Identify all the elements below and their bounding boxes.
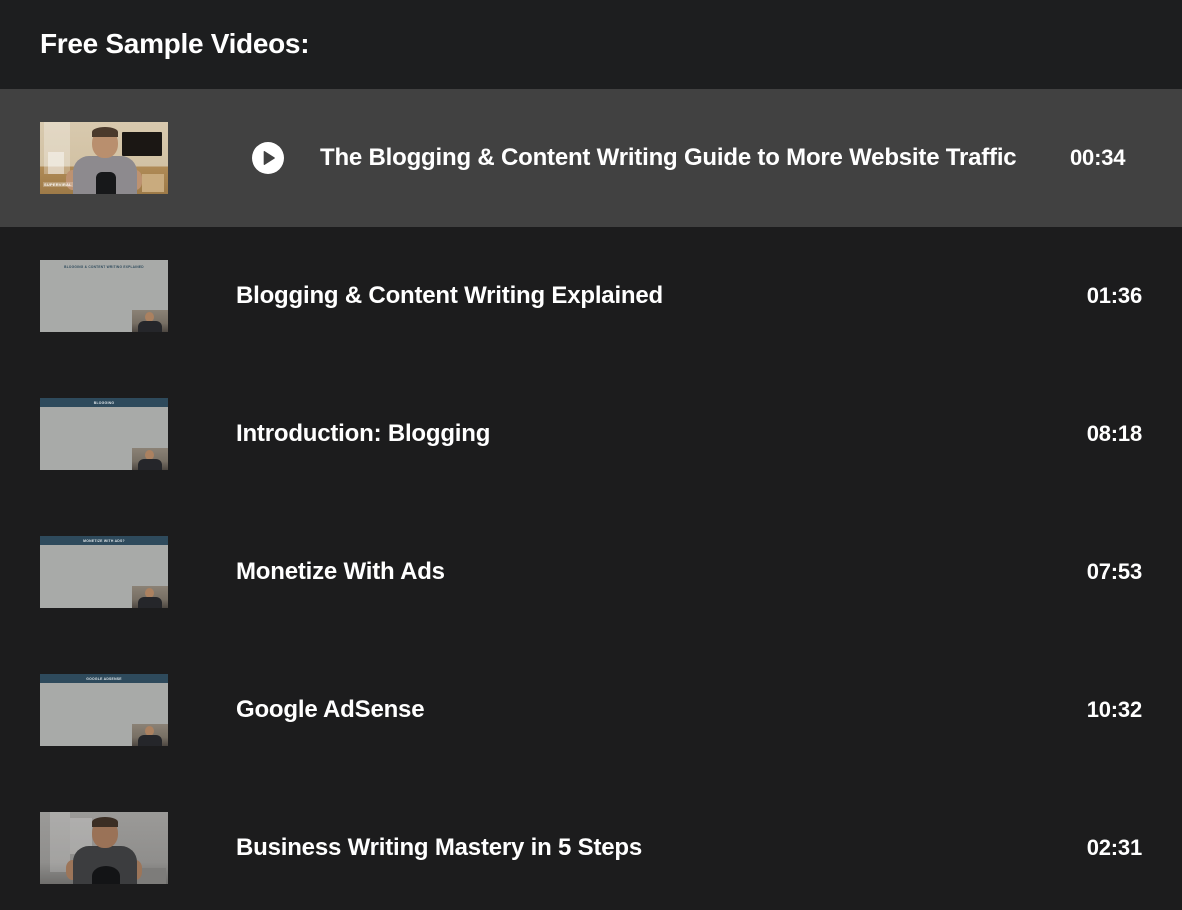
thumbnail-webcam-inset bbox=[132, 724, 168, 746]
video-duration: 08:18 bbox=[1086, 421, 1142, 446]
thumbnail-slide-text: BLOGGING & CONTENT WRITING EXPLAINED bbox=[64, 265, 144, 269]
thumbnail-slide-text: GOOGLE ADSENSE bbox=[86, 676, 122, 681]
video-playlist-page: Free Sample Videos: SUPERVIRAL The Blogg… bbox=[0, 0, 1182, 910]
thumbnail-talking-head-image: SUPERVIRAL bbox=[40, 122, 168, 194]
video-thumbnail[interactable]: GOOGLE ADSENSE bbox=[40, 674, 168, 746]
video-row[interactable]: MONETIZE WITH ADS? Monetize With Ads 07:… bbox=[0, 503, 1182, 641]
video-row[interactable]: SUPERVIRAL The Blogging & Content Writin… bbox=[0, 89, 1182, 227]
thumbnail-talking-head-image bbox=[40, 812, 168, 884]
video-title[interactable]: Blogging & Content Writing Explained bbox=[236, 279, 1067, 313]
page-title: Free Sample Videos: bbox=[40, 28, 310, 60]
thumbnail-slide-image: MONETIZE WITH ADS? bbox=[40, 536, 168, 608]
video-thumbnail[interactable] bbox=[40, 812, 168, 884]
video-duration: 07:53 bbox=[1086, 559, 1142, 584]
video-thumbnail[interactable]: BLOGGING & CONTENT WRITING EXPLAINED bbox=[40, 260, 168, 332]
video-thumbnail[interactable]: SUPERVIRAL bbox=[40, 122, 168, 194]
thumbnail-slide-image: BLOGGING bbox=[40, 398, 168, 470]
thumbnail-webcam-inset bbox=[132, 310, 168, 332]
thumbnail-slide-text: MONETIZE WITH ADS? bbox=[83, 538, 125, 543]
video-row[interactable]: BLOGGING Introduction: Blogging 08:18 bbox=[0, 365, 1182, 503]
thumbnail-watermark: SUPERVIRAL bbox=[43, 182, 73, 187]
video-thumbnail[interactable]: BLOGGING bbox=[40, 398, 168, 470]
video-row[interactable]: BLOGGING & CONTENT WRITING EXPLAINED Blo… bbox=[0, 227, 1182, 365]
video-row[interactable]: Business Writing Mastery in 5 Steps 02:3… bbox=[0, 779, 1182, 910]
video-list: SUPERVIRAL The Blogging & Content Writin… bbox=[0, 89, 1182, 910]
video-duration: 10:32 bbox=[1086, 697, 1142, 722]
thumbnail-webcam-inset bbox=[132, 586, 168, 608]
thumbnail-slide-image: GOOGLE ADSENSE bbox=[40, 674, 168, 746]
video-duration: 02:31 bbox=[1086, 835, 1142, 860]
video-title[interactable]: The Blogging & Content Writing Guide to … bbox=[320, 141, 1050, 175]
video-title[interactable]: Introduction: Blogging bbox=[236, 417, 1067, 451]
video-duration: 00:34 bbox=[1070, 145, 1126, 170]
video-row[interactable]: GOOGLE ADSENSE Google AdSense 10:32 bbox=[0, 641, 1182, 779]
video-duration: 01:36 bbox=[1086, 283, 1142, 308]
play-icon[interactable] bbox=[252, 142, 284, 174]
thumbnail-slide-text: BLOGGING bbox=[93, 400, 115, 405]
video-thumbnail[interactable]: MONETIZE WITH ADS? bbox=[40, 536, 168, 608]
thumbnail-slide-image: BLOGGING & CONTENT WRITING EXPLAINED bbox=[40, 260, 168, 332]
video-title[interactable]: Google AdSense bbox=[236, 693, 1067, 727]
thumbnail-webcam-inset bbox=[132, 448, 168, 470]
video-title[interactable]: Business Writing Mastery in 5 Steps bbox=[236, 831, 1067, 865]
page-header: Free Sample Videos: bbox=[0, 0, 1182, 89]
video-title[interactable]: Monetize With Ads bbox=[236, 555, 1067, 589]
